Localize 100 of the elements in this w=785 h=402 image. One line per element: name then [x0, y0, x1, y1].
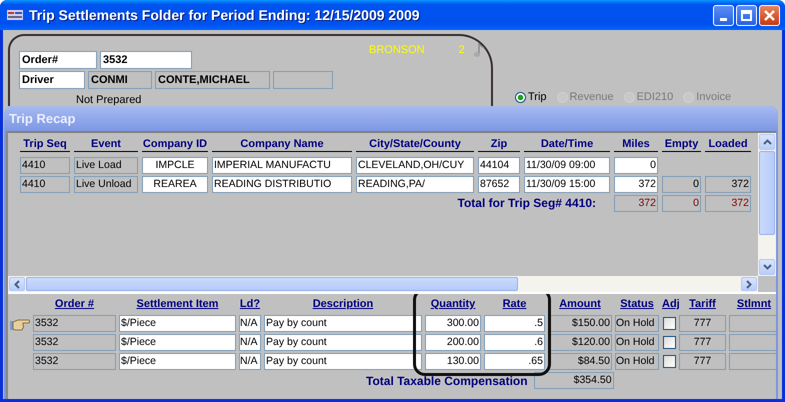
column-header[interactable]: Ld? — [239, 298, 261, 311]
order-label: Order# — [19, 51, 97, 69]
settlement-item-field[interactable]: $/Piece — [119, 315, 236, 332]
zip-field[interactable]: 87652 — [478, 176, 520, 193]
settlement-row[interactable]: 3532 $/Piece N/A Pay by count 300.00 .5 $150.00 On Hold 777 — [10, 315, 776, 332]
loaded-miles-cell: 372 — [705, 176, 751, 193]
compensation-total-label: Total Taxable Compensation — [366, 374, 528, 388]
company-name-field[interactable]: READING DISTRIBUTIO — [212, 176, 352, 193]
column-header[interactable]: Description — [264, 298, 422, 311]
order-number-cell: 3532 — [33, 334, 116, 351]
trip-seq-cell: 4410 — [20, 157, 70, 174]
loaded-flag-field[interactable]: N/A — [239, 353, 261, 370]
view-radio[interactable]: Trip — [515, 91, 547, 103]
zip-field[interactable]: 44104 — [478, 157, 520, 174]
column-header[interactable]: Loaded — [705, 138, 751, 152]
scroll-right-icon — [746, 280, 752, 288]
driver-id-field: CONMI — [88, 71, 152, 89]
description-field[interactable]: Pay by count — [264, 353, 422, 370]
company-id-field[interactable]: IMPCLE — [142, 157, 208, 174]
panel-title: Trip Recap — [9, 111, 76, 126]
tariff-cell: 777 — [679, 334, 726, 351]
quantity-field[interactable]: 200.00 — [425, 334, 481, 351]
settlement-row[interactable]: 3532 $/Piece N/A Pay by count 130.00 .65 $84.50 On Hold 777 — [10, 353, 776, 370]
date-time-field[interactable]: 11/30/09 15:00 — [524, 176, 610, 193]
miles-field[interactable]: 0 — [614, 157, 658, 174]
quantity-field[interactable]: 300.00 — [425, 315, 481, 332]
city-field[interactable]: READING,PA/ — [356, 176, 474, 193]
column-header[interactable]: Zip — [478, 138, 520, 152]
settlement-item-field[interactable]: $/Piece — [119, 334, 236, 351]
status-cell: On Hold — [615, 353, 659, 370]
column-header[interactable]: Quantity — [425, 298, 481, 311]
column-header[interactable]: Empty — [662, 138, 701, 152]
compensation-total-cell: $354.50 — [534, 372, 614, 389]
column-header[interactable]: Trip Seq — [20, 138, 70, 152]
adjustment-checkbox[interactable] — [662, 317, 676, 330]
driver-name-field: CONTE,MICHAEL — [155, 71, 270, 89]
column-header[interactable]: Event — [74, 138, 138, 152]
adjustment-checkbox[interactable] — [662, 355, 676, 368]
rate-field[interactable]: .5 — [484, 315, 545, 332]
minimize-button[interactable] — [713, 4, 734, 26]
trip-seq-cell: 4410 — [20, 176, 70, 193]
miles-field[interactable]: 372 — [614, 176, 658, 193]
close-button[interactable] — [759, 4, 780, 26]
order-number-cell: 3532 — [33, 315, 116, 332]
event-cell: Live Unload — [74, 176, 138, 193]
total-miles-cell: 372 — [614, 195, 658, 212]
date-time-field[interactable]: 11/30/09 09:00 — [524, 157, 610, 174]
column-header[interactable]: Company Name — [212, 138, 352, 152]
maximize-button[interactable] — [736, 4, 757, 26]
city-field[interactable]: CLEVELAND,OH/CUY — [356, 157, 474, 174]
amount-cell: $150.00 — [548, 315, 612, 332]
company-name-field[interactable]: IMPERIAL MANUFACTU — [212, 157, 352, 174]
order-number-cell: 3532 — [33, 353, 116, 370]
vertical-scrollbar[interactable] — [758, 133, 776, 276]
event-cell: Live Load — [74, 157, 138, 174]
column-header[interactable]: Rate — [484, 298, 545, 311]
status-cell: On Hold — [615, 334, 659, 351]
count-label: 2 — [458, 44, 465, 56]
music-note-icon — [472, 42, 485, 58]
rate-field[interactable]: .6 — [484, 334, 545, 351]
column-header[interactable]: Settlement Item — [119, 298, 236, 311]
column-header[interactable]: Miles — [614, 138, 658, 152]
terminal-label: BRONSON — [369, 44, 425, 56]
description-field[interactable]: Pay by count — [264, 315, 422, 332]
empty-field — [273, 71, 333, 89]
window-title: Trip Settlements Folder for Period Ending: 12/15/2009 2009 — [29, 7, 421, 23]
close-icon — [764, 10, 775, 20]
loaded-flag-field[interactable]: N/A — [239, 334, 261, 351]
loaded-flag-field[interactable]: N/A — [239, 315, 261, 332]
column-header[interactable]: Status — [615, 298, 659, 311]
horizontal-scrollbar[interactable] — [8, 276, 758, 292]
adjustment-checkbox[interactable] — [662, 336, 676, 349]
driver-label: Driver — [19, 71, 85, 89]
description-field[interactable]: Pay by count — [264, 334, 422, 351]
empty-miles-cell: 0 — [662, 176, 701, 193]
quantity-field[interactable]: 130.00 — [425, 353, 481, 370]
scroll-up-icon — [762, 139, 772, 145]
column-header[interactable]: Company ID — [142, 138, 208, 152]
tariff-cell: 777 — [679, 353, 726, 370]
rate-field[interactable]: .65 — [484, 353, 545, 370]
column-header[interactable]: Order # — [33, 298, 116, 311]
scroll-down-icon — [762, 264, 772, 270]
column-header[interactable]: Tariff — [679, 298, 726, 311]
column-header[interactable]: Date/Time — [524, 138, 610, 152]
total-empty-cell: 0 — [662, 195, 701, 212]
settlement-row[interactable]: 3532 $/Piece N/A Pay by count 200.00 .6 $120.00 On Hold 777 — [10, 334, 776, 351]
status-cell: On Hold — [615, 315, 659, 332]
app-icon — [7, 10, 23, 20]
column-header[interactable]: Amount — [548, 298, 612, 311]
settlement-item-field[interactable]: $/Piece — [119, 353, 236, 370]
maximize-icon — [741, 10, 752, 20]
tariff-cell: 777 — [679, 315, 726, 332]
column-header[interactable]: Stlmnt — [729, 298, 776, 311]
trip-total-label: Total for Trip Seg# 4410: — [456, 195, 597, 212]
order-number-field[interactable]: 3532 — [100, 51, 192, 69]
total-loaded-cell: 372 — [705, 195, 751, 212]
column-header[interactable]: City/State/County — [356, 138, 474, 152]
scroll-left-icon — [14, 280, 20, 288]
company-id-field[interactable]: REAREA — [142, 176, 208, 193]
amount-cell: $120.00 — [548, 334, 612, 351]
